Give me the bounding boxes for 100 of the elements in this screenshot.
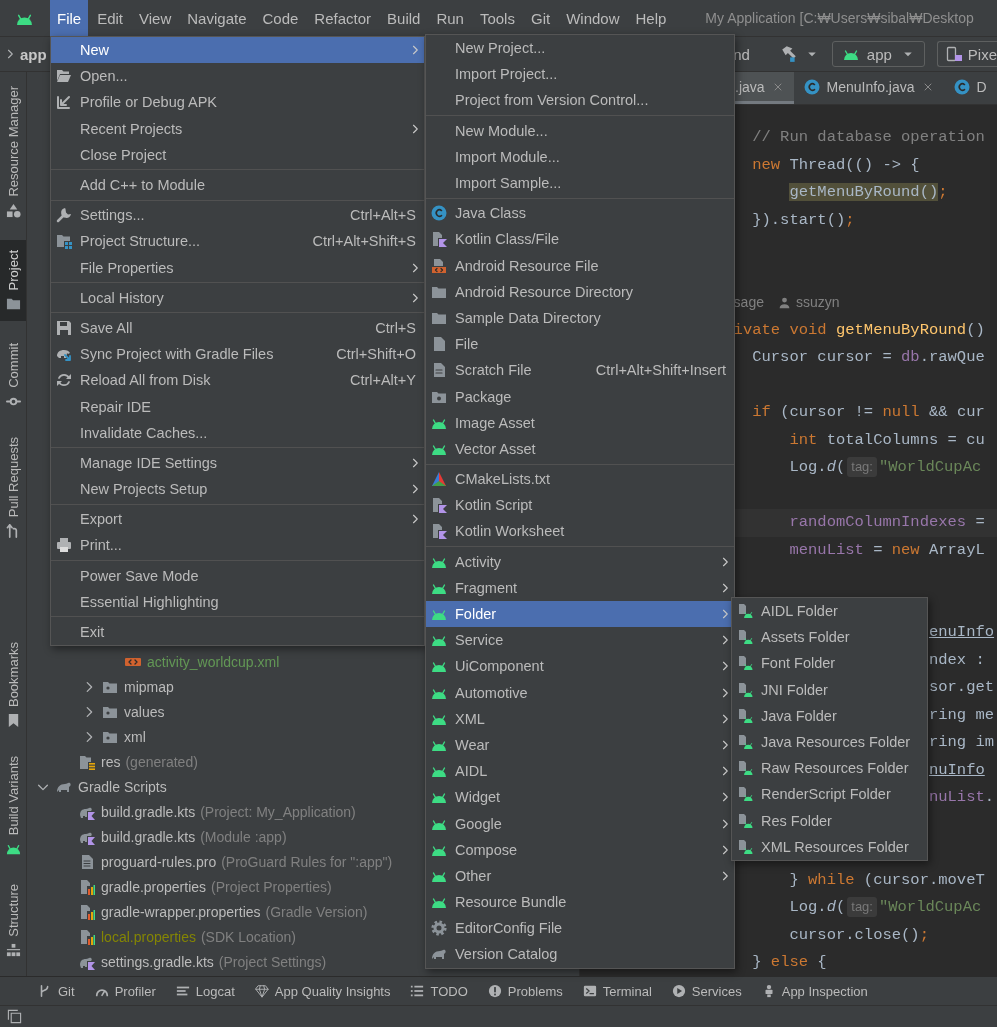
menu-bar-item[interactable]: Navigate bbox=[180, 0, 254, 36]
menu-item[interactable]: Sample Data Directory bbox=[426, 304, 734, 332]
menu-item[interactable]: EditorConfig File bbox=[426, 915, 734, 942]
menu-item[interactable]: JNI Folder bbox=[732, 676, 927, 703]
menu-item[interactable]: Java Class bbox=[426, 200, 734, 227]
menu-item[interactable]: Repair IDE bbox=[51, 393, 424, 420]
menu-item[interactable]: Project Structure... Ctrl+Alt+Shift+S bbox=[51, 228, 424, 255]
menu-item[interactable]: Power Save Mode bbox=[51, 562, 424, 589]
menu-item[interactable]: Wear bbox=[426, 731, 734, 759]
menu-item[interactable]: Res Folder bbox=[732, 807, 927, 834]
menu-bar-item[interactable]: Help bbox=[628, 0, 674, 36]
file-name[interactable]: proguard-rules.pro bbox=[101, 853, 217, 870]
menu-item[interactable]: Essential Highlighting bbox=[51, 588, 424, 615]
menu-item[interactable]: Sync Project with Gradle Files Ctrl+Shift+O bbox=[51, 341, 424, 368]
file-name[interactable]: gradle.properties bbox=[101, 878, 207, 895]
menu-bar-item[interactable]: Build bbox=[380, 0, 428, 36]
menu-item[interactable]: Import Sample... bbox=[426, 169, 734, 197]
menu-item[interactable]: Kotlin Class/File bbox=[426, 226, 734, 253]
menu-item[interactable]: Scratch File Ctrl+Alt+Shift+Insert bbox=[426, 357, 734, 384]
file-name[interactable]: build.gradle.kts bbox=[101, 828, 196, 845]
menu-item[interactable]: Add C++ to Module bbox=[51, 171, 424, 199]
tool-window-tab[interactable]: Bookmarks bbox=[0, 635, 26, 734]
tool-window-tab[interactable]: Project bbox=[0, 239, 26, 322]
menu-item[interactable]: Vector Asset bbox=[426, 435, 734, 462]
menu-item[interactable]: Java Folder bbox=[732, 702, 927, 729]
menu-bar-item[interactable]: Window bbox=[559, 0, 627, 36]
menu-item[interactable]: Automotive bbox=[426, 679, 734, 706]
editor-tab[interactable]: MenuInfo.java bbox=[793, 72, 944, 104]
menu-item[interactable]: Invalidate Caches... bbox=[51, 419, 424, 446]
menu-item[interactable]: Exit bbox=[51, 618, 424, 646]
menu-item[interactable]: Folder bbox=[426, 600, 734, 628]
menu-item[interactable]: Recent Projects bbox=[51, 115, 424, 142]
menu-item[interactable]: Reload All from Disk Ctrl+Alt+Y bbox=[51, 367, 424, 394]
menu-item[interactable]: CMakeLists.txt bbox=[426, 466, 734, 493]
tool-window-button[interactable]: Profiler bbox=[94, 983, 156, 999]
editor-tab[interactable]: D bbox=[943, 72, 997, 104]
file-name[interactable]: activity_worldcup.xml bbox=[147, 653, 280, 670]
tool-window-tab[interactable]: Pull Requests bbox=[0, 430, 26, 545]
tool-window-button[interactable]: Problems bbox=[487, 983, 563, 999]
menu-bar-item[interactable]: Run bbox=[429, 0, 471, 36]
menu-item[interactable]: UiComponent bbox=[426, 653, 734, 680]
menu-item[interactable]: Android Resource File bbox=[426, 252, 734, 279]
menu-bar-item[interactable]: Git bbox=[523, 0, 558, 36]
window-icon[interactable] bbox=[7, 1009, 22, 1024]
menu-item[interactable]: Java Resources Folder bbox=[732, 728, 927, 756]
menu-bar-item[interactable]: File bbox=[50, 0, 89, 36]
author-hint[interactable]: ssuzyn bbox=[795, 289, 840, 317]
tool-window-button[interactable]: Terminal bbox=[582, 983, 652, 999]
file-name[interactable]: values bbox=[124, 703, 165, 720]
menu-item[interactable]: Import Module... bbox=[426, 143, 734, 170]
build-button[interactable] bbox=[779, 45, 818, 63]
menu-item[interactable]: Service bbox=[426, 627, 734, 654]
tool-window-tab[interactable]: Commit bbox=[0, 337, 26, 415]
menu-item[interactable]: File Properties bbox=[51, 254, 424, 281]
menu-item[interactable]: XML bbox=[426, 705, 734, 732]
menu-bar-item[interactable]: Code bbox=[255, 0, 306, 36]
usage-hint[interactable]: sage bbox=[733, 289, 764, 317]
menu-item[interactable]: Settings... Ctrl+Alt+S bbox=[51, 202, 424, 229]
menu-item[interactable]: Open... bbox=[51, 63, 424, 90]
menu-item[interactable]: Activity bbox=[426, 548, 734, 575]
file-name[interactable]: xml bbox=[124, 728, 146, 745]
menu-bar-item[interactable]: Tools bbox=[472, 0, 522, 36]
menu-item[interactable]: Widget bbox=[426, 784, 734, 811]
menu-item[interactable]: Assets Folder bbox=[732, 624, 927, 651]
tool-window-tab[interactable]: Structure bbox=[0, 878, 26, 964]
menu-item[interactable]: New Project... bbox=[426, 35, 734, 62]
menu-item[interactable]: Close Project bbox=[51, 141, 424, 168]
menu-item[interactable]: Profile or Debug APK bbox=[51, 89, 424, 116]
tool-window-tab[interactable]: Build Variants bbox=[0, 750, 26, 863]
file-name[interactable]: Gradle Scripts bbox=[78, 778, 167, 795]
editor-tab[interactable]: .java bbox=[735, 72, 794, 104]
menu-item[interactable]: Fragment bbox=[426, 574, 734, 601]
menu-bar-item[interactable]: Edit bbox=[90, 0, 131, 36]
menu-item[interactable]: Manage IDE Settings bbox=[51, 449, 424, 476]
file-name[interactable]: gradle-wrapper.properties bbox=[101, 903, 261, 920]
tool-window-button[interactable]: Services bbox=[671, 983, 742, 999]
menu-item[interactable]: AIDL bbox=[426, 758, 734, 785]
menu-item[interactable]: Project from Version Control... bbox=[426, 87, 734, 114]
menu-bar-item[interactable]: View bbox=[132, 0, 179, 36]
menu-item[interactable]: Import Project... bbox=[426, 61, 734, 88]
file-name[interactable]: mipmap bbox=[124, 678, 174, 695]
menu-item[interactable]: Package bbox=[426, 383, 734, 410]
menu-item[interactable]: Resource Bundle bbox=[426, 889, 734, 916]
menu-item[interactable]: Local History bbox=[51, 284, 424, 311]
menu-item[interactable]: Save All Ctrl+S bbox=[51, 314, 424, 342]
menu-item[interactable]: Export bbox=[51, 506, 424, 533]
tool-window-tab[interactable]: Resource Manager bbox=[0, 80, 26, 224]
menu-item[interactable]: Compose bbox=[426, 836, 734, 863]
menu-item[interactable]: XML Resources Folder bbox=[732, 833, 927, 860]
menu-item[interactable]: New bbox=[51, 37, 424, 64]
menu-item[interactable]: Font Folder bbox=[732, 650, 927, 677]
menu-item[interactable]: Google bbox=[426, 810, 734, 837]
tool-window-button[interactable]: App Quality Insights bbox=[254, 983, 391, 999]
menu-bar-item[interactable]: Refactor bbox=[307, 0, 379, 36]
breadcrumb[interactable]: app bbox=[20, 45, 47, 63]
menu-item[interactable]: Print... bbox=[51, 532, 424, 559]
tool-window-button[interactable]: Logcat bbox=[175, 983, 235, 999]
menu-item[interactable]: Version Catalog bbox=[426, 941, 734, 968]
menu-item[interactable]: New Module... bbox=[426, 117, 734, 144]
menu-item[interactable]: Kotlin Worksheet bbox=[426, 518, 734, 545]
